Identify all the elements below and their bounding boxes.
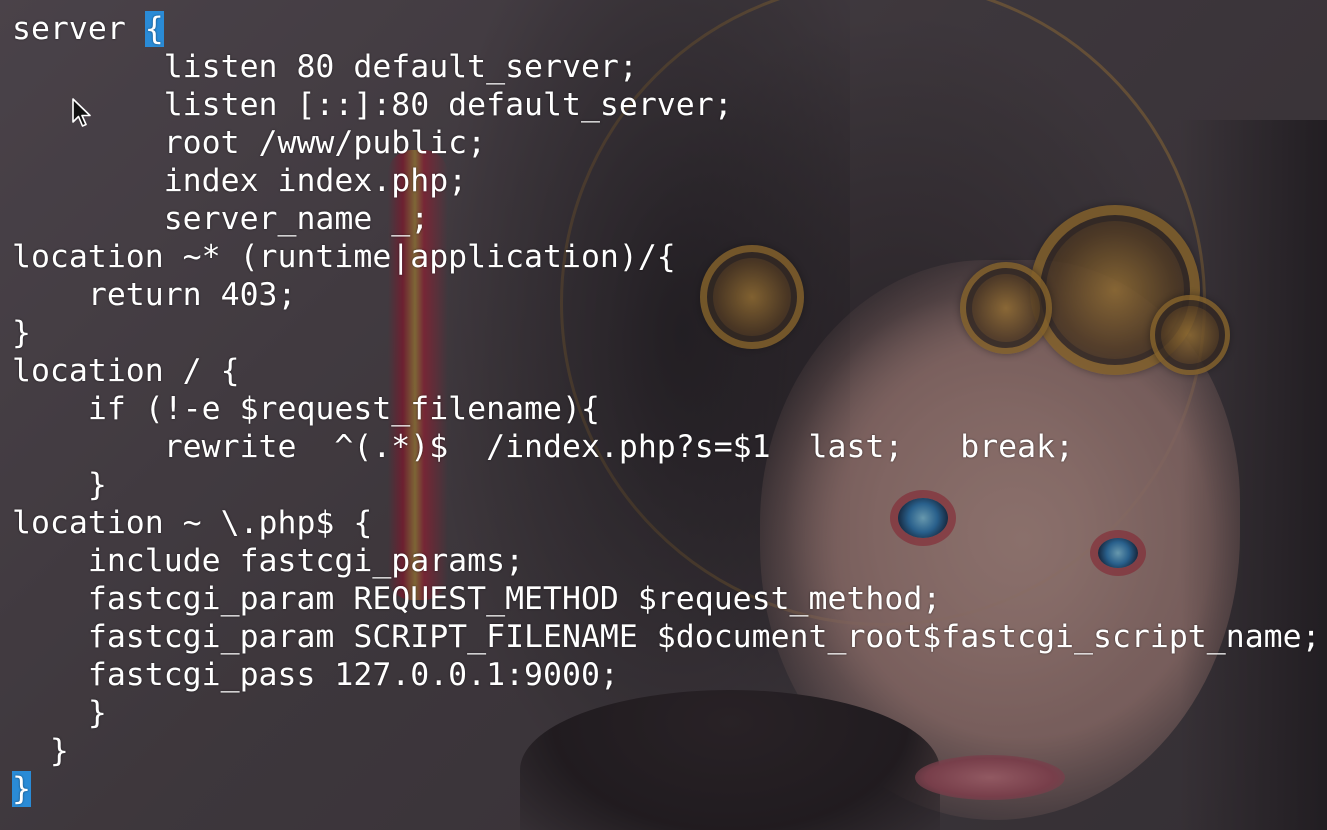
code-line: fastcgi_param SCRIPT_FILENAME $document_… [12, 618, 1321, 656]
terminal-window[interactable]: server { listen 80 default_server; liste… [0, 0, 1327, 830]
code-text: } [12, 467, 107, 503]
code-text: fastcgi_pass 127.0.0.1:9000; [12, 657, 619, 693]
code-text: fastcgi_param REQUEST_METHOD $request_me… [12, 581, 942, 617]
code-text: location / { [12, 353, 240, 389]
code-line: index index.php; [12, 162, 1321, 200]
code-line: fastcgi_pass 127.0.0.1:9000; [12, 656, 1321, 694]
code-editor-text[interactable]: server { listen 80 default_server; liste… [12, 10, 1321, 808]
code-line: return 403; [12, 276, 1321, 314]
code-line: server_name _; [12, 200, 1321, 238]
code-line: listen [::]:80 default_server; [12, 86, 1321, 124]
code-text: index index.php; [12, 163, 468, 199]
code-line: fastcgi_param REQUEST_METHOD $request_me… [12, 580, 1321, 618]
matched-bracket-highlight: } [12, 771, 31, 807]
code-text: } [12, 315, 31, 351]
code-line: location ~ \.php$ { [12, 504, 1321, 542]
code-text: listen 80 default_server; [12, 49, 638, 85]
code-line: } [12, 732, 1321, 770]
code-line: if (!-e $request_filename){ [12, 390, 1321, 428]
code-text: location ~* (runtime|application)/{ [12, 239, 676, 275]
matched-bracket-highlight: { [144, 11, 164, 47]
code-line: rewrite ^(.*)$ /index.php?s=$1 last; bre… [12, 428, 1321, 466]
code-line: root /www/public; [12, 124, 1321, 162]
code-text: fastcgi_param SCRIPT_FILENAME $document_… [12, 619, 1321, 655]
code-text: if (!-e $request_filename){ [12, 391, 600, 427]
code-text: listen [::]:80 default_server; [12, 87, 733, 123]
code-text: include fastcgi_params; [12, 543, 525, 579]
code-text: } [12, 695, 107, 731]
code-text: location ~ \.php$ { [12, 505, 373, 541]
mouse-pointer-icon [72, 98, 91, 127]
code-text: return 403; [12, 277, 297, 313]
code-line: } [12, 466, 1321, 504]
code-line: listen 80 default_server; [12, 48, 1321, 86]
code-line: include fastcgi_params; [12, 542, 1321, 580]
code-line: server { [12, 10, 1321, 48]
code-text: } [12, 733, 69, 769]
code-text: server_name _; [12, 201, 430, 237]
code-text: root /www/public; [12, 125, 487, 161]
code-line: } [12, 314, 1321, 352]
code-text: server [12, 11, 145, 47]
code-line: location ~* (runtime|application)/{ [12, 238, 1321, 276]
code-line: } [12, 694, 1321, 732]
code-line: } [12, 770, 1321, 808]
code-line: location / { [12, 352, 1321, 390]
code-text: rewrite ^(.*)$ /index.php?s=$1 last; bre… [12, 429, 1075, 465]
